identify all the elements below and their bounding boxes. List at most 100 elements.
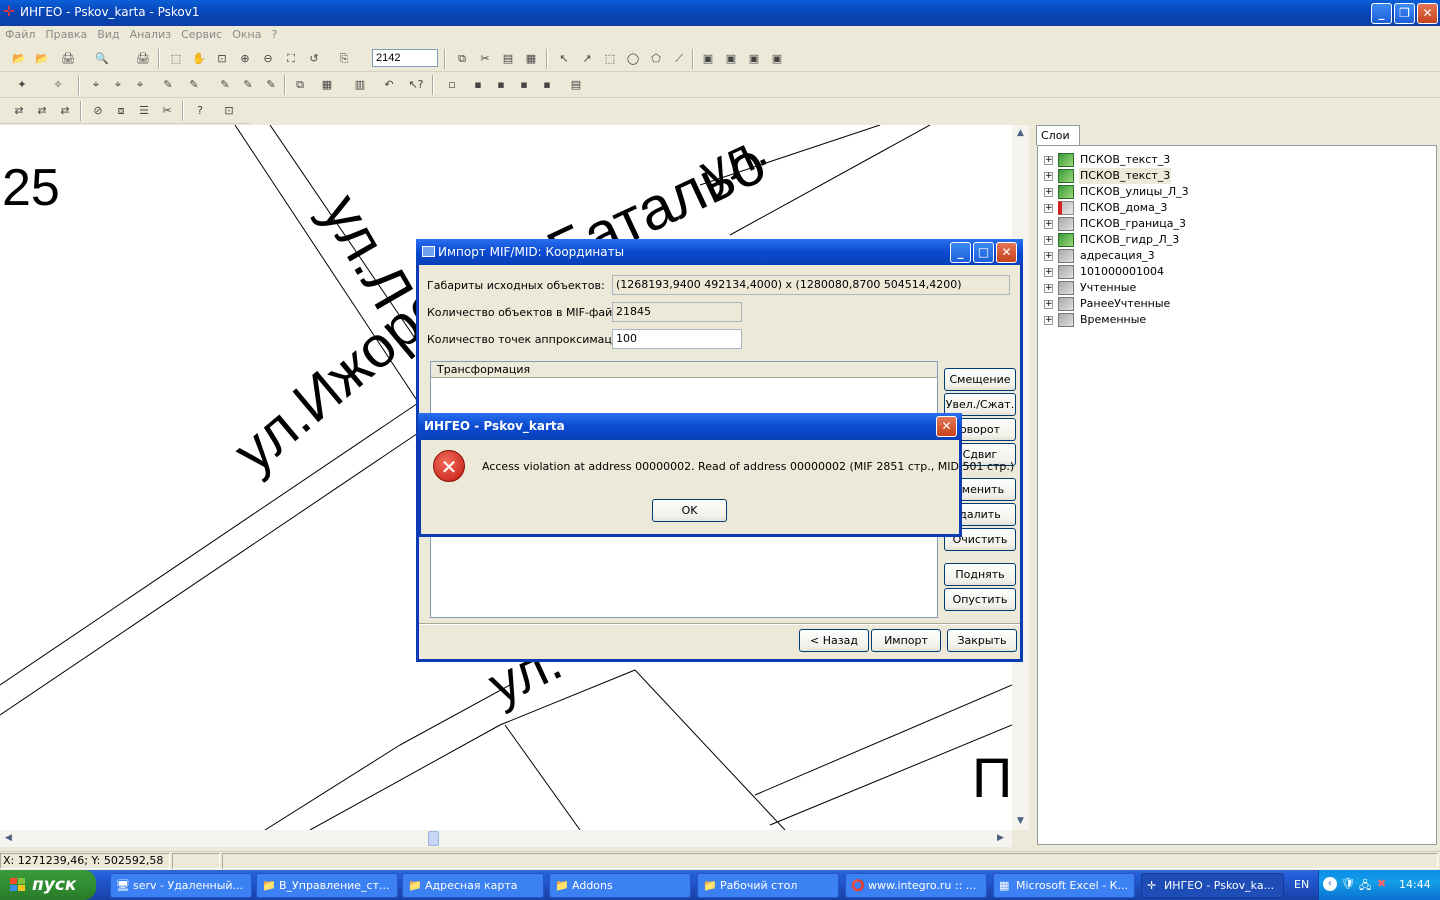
disabled-tool-2-icon[interactable]: ▪ [468, 75, 488, 95]
taskbar-button[interactable]: 🖥 serv - Удаленный... [110, 873, 252, 898]
cut-object-icon[interactable]: ✂ [475, 49, 495, 69]
expand-plus-icon[interactable]: + [1044, 284, 1053, 293]
import-maximize-button[interactable]: □ [973, 242, 994, 263]
import-close-icon[interactable]: ✕ [996, 242, 1017, 263]
color-layers-icon[interactable]: ▤ [566, 75, 586, 95]
find-icon[interactable]: 🔍 [92, 49, 112, 69]
menu-help[interactable]: ? [266, 26, 282, 41]
route-tool-2-icon[interactable]: ⇄ [32, 101, 52, 121]
menu-analysis[interactable]: Анализ [125, 26, 177, 41]
draw-tool-4-icon[interactable]: ✎ [238, 75, 258, 95]
draw-tool-1-icon[interactable]: ✎ [158, 75, 178, 95]
topology-icon[interactable]: ☰ [134, 101, 154, 121]
scale-icon[interactable]: ⎘ [334, 49, 354, 69]
expand-plus-icon[interactable]: + [1044, 252, 1053, 261]
expand-plus-icon[interactable]: + [1044, 268, 1053, 277]
back-button[interactable]: < Назад [799, 629, 869, 652]
taskbar-button[interactable]: ✛ ИНГЕО - Pskov_ka... [1141, 873, 1284, 898]
table-icon[interactable]: ▦ [521, 49, 541, 69]
copy-object-icon[interactable]: ⧉ [452, 49, 472, 69]
menu-windows[interactable]: Окна [227, 26, 266, 41]
offset-button[interactable]: Смещение [944, 368, 1016, 391]
expand-plus-icon[interactable]: + [1044, 220, 1053, 229]
import-button[interactable]: Импорт [871, 629, 941, 652]
start-button[interactable]: пуск [0, 870, 96, 900]
expand-plus-icon[interactable]: + [1044, 188, 1053, 197]
expand-plus-icon[interactable]: + [1044, 156, 1053, 165]
taskbar-button[interactable]: ▦ Microsoft Excel - К... [993, 873, 1135, 898]
open-project-icon[interactable]: 📂 [32, 49, 52, 69]
pointer-icon[interactable]: ↖ [554, 49, 574, 69]
new-object-icon[interactable]: ✦ [12, 75, 32, 95]
vertex-tool-1-icon[interactable]: ⌖ [86, 75, 106, 95]
taskbar-button[interactable]: 📁 В_Управление_ст... [256, 873, 398, 898]
expand-plus-icon[interactable]: + [1044, 204, 1053, 213]
layer-filter-icon[interactable]: ⧈ [111, 101, 131, 121]
taskbar-button[interactable]: 📁 Адресная карта [402, 873, 544, 898]
error-dialog-title-bar[interactable]: ИНГЕО - Pskov_karta ✕ [418, 413, 962, 440]
route-tool-1-icon[interactable]: ⇄ [9, 101, 29, 121]
scroll-up-icon[interactable]: ▲ [1012, 125, 1029, 142]
taskbar-button[interactable]: ⭕ www.integro.ru :: ... [845, 873, 987, 898]
tray-network-icon[interactable]: 🖧 [1359, 877, 1371, 896]
ok-button[interactable]: OK [652, 499, 727, 522]
expand-plus-icon[interactable]: + [1044, 172, 1053, 181]
scroll-right-icon[interactable]: ▶ [992, 830, 1009, 847]
select-line-icon[interactable]: ⟋ [669, 49, 689, 69]
tray-tool-icon[interactable]: ✖ [1377, 877, 1386, 890]
expand-plus-icon[interactable]: + [1044, 300, 1053, 309]
error-close-icon[interactable]: ✕ [936, 416, 957, 437]
expand-plus-icon[interactable]: + [1044, 236, 1053, 245]
draw-tool-2-icon[interactable]: ✎ [184, 75, 204, 95]
zoom-out-icon[interactable]: ⊖ [258, 49, 278, 69]
hand-pan-icon[interactable]: ✋ [189, 49, 209, 69]
tray-expand-icon[interactable]: ‹ [1323, 877, 1337, 891]
menu-file[interactable]: Файл [0, 26, 40, 41]
edit-tool-4-icon[interactable]: ▣ [767, 49, 787, 69]
open-map-icon[interactable]: 📂 [9, 49, 29, 69]
context-help-icon[interactable]: ↖? [406, 75, 426, 95]
disabled-tool-1-icon[interactable]: ▫ [442, 75, 462, 95]
scroll-left-icon[interactable]: ◀ [0, 830, 17, 847]
printer-icon[interactable]: 🖨 [133, 49, 153, 69]
paste-object-icon[interactable]: ▤ [498, 49, 518, 69]
import-minimize-button[interactable]: _ [950, 242, 971, 263]
select-rect-icon[interactable]: ⬚ [600, 49, 620, 69]
disabled-tool-5-icon[interactable]: ▪ [537, 75, 557, 95]
layer-tree[interactable]: + ПСКОВ_текст_3 + ПСКОВ_текст_3 + ПСКОВ_улицы… [1037, 145, 1437, 845]
select-poly-icon[interactable]: ⬠ [646, 49, 666, 69]
approx-input[interactable]: 100 [612, 329, 742, 349]
taskbar-button[interactable]: 📁 Рабочий стол [697, 873, 839, 898]
no-entry-icon[interactable]: ⊘ [88, 101, 108, 121]
expand-plus-icon[interactable]: + [1044, 316, 1053, 325]
draw-tool-5-icon[interactable]: ✎ [261, 75, 281, 95]
semantics-icon[interactable]: ▥ [350, 75, 370, 95]
undo-icon[interactable]: ↶ [379, 75, 399, 95]
print-icon[interactable]: 🖨 [58, 49, 78, 69]
restore-button[interactable]: ❐ [1394, 3, 1415, 24]
minimize-button[interactable]: _ [1371, 3, 1392, 24]
move-up-button[interactable]: Поднять [944, 563, 1016, 586]
vertex-tool-2-icon[interactable]: ⌖ [108, 75, 128, 95]
taskbar-button[interactable]: 📁 Addons [549, 873, 691, 898]
query-filter-icon[interactable]: ⊡ [219, 101, 239, 121]
disabled-tool-4-icon[interactable]: ▪ [514, 75, 534, 95]
zoom-prev-icon[interactable]: ↺ [304, 49, 324, 69]
zoom-frame-icon[interactable]: ⊡ [212, 49, 232, 69]
close-dialog-button[interactable]: Закрыть [947, 629, 1017, 652]
clock[interactable]: 14:44 [1399, 878, 1431, 891]
menu-service[interactable]: Сервис [176, 26, 227, 41]
data-table-icon[interactable]: ▦ [317, 75, 337, 95]
vertex-tool-3-icon[interactable]: ⌖ [130, 75, 150, 95]
scissors-icon[interactable]: ✂ [157, 101, 177, 121]
select-circle-icon[interactable]: ◯ [623, 49, 643, 69]
scroll-thumb[interactable] [428, 831, 439, 846]
scale-input[interactable] [372, 49, 438, 67]
scroll-down-icon[interactable]: ▼ [1012, 813, 1029, 830]
import-dialog-title-bar[interactable]: Импорт MIF/MID: Координаты _ □ ✕ [416, 239, 1023, 265]
disabled-tool-3-icon[interactable]: ▪ [491, 75, 511, 95]
map-horizontal-scrollbar[interactable]: ◀ ▶ [0, 830, 1012, 847]
tab-layers[interactable]: Слои [1036, 125, 1080, 145]
tray-shield-icon[interactable]: 🛡 [1341, 877, 1355, 890]
move-down-button[interactable]: Опустить [944, 588, 1016, 611]
